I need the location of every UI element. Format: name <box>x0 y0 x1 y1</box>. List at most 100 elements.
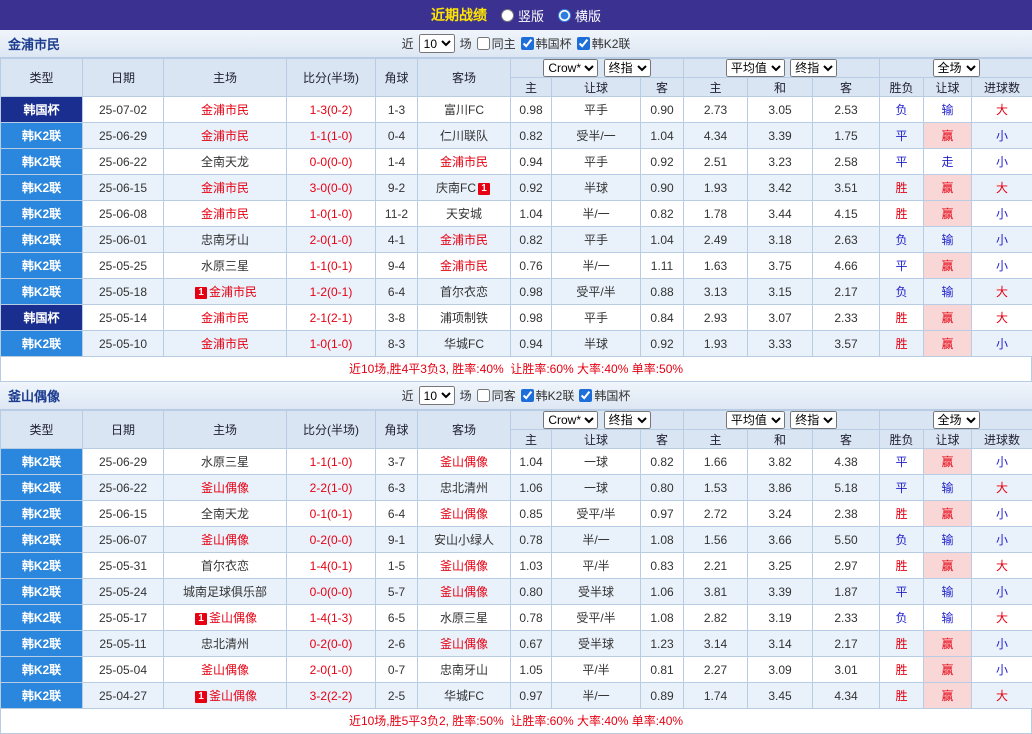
home-team[interactable]: 水原三星 <box>164 253 287 279</box>
away-team[interactable]: 首尔衣恋 <box>418 279 511 305</box>
home-team[interactable]: 釜山偶像 <box>164 657 287 683</box>
away-team[interactable]: 釜山偶像 <box>418 501 511 527</box>
avg-stage-select[interactable]: 终指 <box>790 411 837 429</box>
filter-checkbox-k2-league[interactable]: 韩K2联 <box>577 35 631 52</box>
fulltime-select[interactable]: 全场 <box>933 59 980 77</box>
avg-home: 2.73 <box>684 97 748 123</box>
home-team[interactable]: 金浦市民 <box>164 175 287 201</box>
score: 0-2(0-0) <box>287 527 376 553</box>
home-team[interactable]: 1金浦市民 <box>164 279 287 305</box>
away-team[interactable]: 庆南FC1 <box>418 175 511 201</box>
team-name: 浦项制铁 <box>440 311 488 325</box>
away-team[interactable]: 釜山偶像 <box>418 553 511 579</box>
away-team[interactable]: 釜山偶像 <box>418 631 511 657</box>
odds-handicap: 受平/半 <box>552 279 641 305</box>
home-team[interactable]: 金浦市民 <box>164 305 287 331</box>
average-select[interactable]: 平均值 <box>726 59 785 77</box>
away-team[interactable]: 忠北清州 <box>418 475 511 501</box>
filter-checkbox-k2-league[interactable]: 韩K2联 <box>521 387 575 404</box>
filter-checkbox-same-home[interactable]: 同主 <box>477 35 516 52</box>
result-outcome: 胜 <box>880 201 924 227</box>
away-team[interactable]: 仁川联队 <box>418 123 511 149</box>
k2-league-checkbox[interactable] <box>521 389 534 402</box>
corner: 8-3 <box>376 331 418 357</box>
home-team[interactable]: 1釜山偶像 <box>164 605 287 631</box>
avg-stage-select[interactable]: 终指 <box>790 59 837 77</box>
result-outcome: 平 <box>880 149 924 175</box>
home-team[interactable]: 水原三星 <box>164 449 287 475</box>
away-team[interactable]: 金浦市民 <box>418 149 511 175</box>
home-team[interactable]: 金浦市民 <box>164 97 287 123</box>
odds-away: 0.90 <box>641 97 684 123</box>
match-type: 韩K2联 <box>1 631 83 657</box>
result-goals: 大 <box>972 605 1032 631</box>
korean-cup-checkbox[interactable] <box>521 37 534 50</box>
away-team[interactable]: 安山小绿人 <box>418 527 511 553</box>
team-name: 富川FC <box>444 103 484 117</box>
corner: 3-8 <box>376 305 418 331</box>
away-team[interactable]: 浦项制铁 <box>418 305 511 331</box>
result-goals: 大 <box>972 553 1032 579</box>
away-team[interactable]: 华城FC <box>418 683 511 709</box>
team-name: 釜山偶像 <box>201 481 249 495</box>
away-team[interactable]: 忠南牙山 <box>418 657 511 683</box>
home-team[interactable]: 金浦市民 <box>164 331 287 357</box>
home-team[interactable]: 全南天龙 <box>164 501 287 527</box>
corner: 6-4 <box>376 279 418 305</box>
match-type: 韩K2联 <box>1 475 83 501</box>
korean-cup-checkbox[interactable] <box>579 389 592 402</box>
corner: 6-3 <box>376 475 418 501</box>
score: 3-2(2-2) <box>287 683 376 709</box>
home-team[interactable]: 釜山偶像 <box>164 527 287 553</box>
result-goals: 小 <box>972 449 1032 475</box>
odds-stage-select[interactable]: 终指 <box>604 411 651 429</box>
odds-handicap: 一球 <box>552 475 641 501</box>
away-team[interactable]: 釜山偶像 <box>418 579 511 605</box>
home-team[interactable]: 忠南牙山 <box>164 227 287 253</box>
layout-option-horizontal[interactable]: 横版 <box>558 6 601 25</box>
odds-handicap: 半/一 <box>552 683 641 709</box>
column-header-handicap-result: 让球 <box>924 430 972 449</box>
away-team[interactable]: 金浦市民 <box>418 227 511 253</box>
away-team[interactable]: 天安城 <box>418 201 511 227</box>
bookmaker-select[interactable]: Crow* <box>543 411 598 429</box>
avg-draw: 3.09 <box>748 657 813 683</box>
filter-checkbox-korean-cup[interactable]: 韩国杯 <box>579 387 630 404</box>
filter-checkbox-same-away[interactable]: 同客 <box>477 387 516 404</box>
odds-handicap: 半球 <box>552 175 641 201</box>
away-team[interactable]: 金浦市民 <box>418 253 511 279</box>
odds-stage-select[interactable]: 终指 <box>604 59 651 77</box>
odds-home: 0.76 <box>511 253 552 279</box>
same-home-checkbox[interactable] <box>477 37 490 50</box>
home-team[interactable]: 1釜山偶像 <box>164 683 287 709</box>
result-handicap: 赢 <box>924 449 972 475</box>
home-team[interactable]: 城南足球俱乐部 <box>164 579 287 605</box>
home-team[interactable]: 釜山偶像 <box>164 475 287 501</box>
home-team[interactable]: 全南天龙 <box>164 149 287 175</box>
fulltime-select[interactable]: 全场 <box>933 411 980 429</box>
bookmaker-select[interactable]: Crow* <box>543 59 598 77</box>
home-team[interactable]: 金浦市民 <box>164 201 287 227</box>
vertical-radio[interactable] <box>501 9 514 22</box>
avg-away: 2.33 <box>813 605 880 631</box>
filter-checkbox-korean-cup[interactable]: 韩国杯 <box>521 35 572 52</box>
score: 1-4(1-3) <box>287 605 376 631</box>
layout-option-vertical[interactable]: 竖版 <box>501 6 544 25</box>
away-team[interactable]: 富川FC <box>418 97 511 123</box>
home-team[interactable]: 首尔衣恋 <box>164 553 287 579</box>
recent-count-select[interactable]: 10 <box>419 386 455 405</box>
recent-count-select[interactable]: 10 <box>419 34 455 53</box>
same-away-checkbox[interactable] <box>477 389 490 402</box>
away-team[interactable]: 水原三星 <box>418 605 511 631</box>
home-team[interactable]: 忠北清州 <box>164 631 287 657</box>
away-team[interactable]: 釜山偶像 <box>418 449 511 475</box>
column-header-avg-draw: 和 <box>748 78 813 97</box>
k2-league-checkbox[interactable] <box>577 37 590 50</box>
horizontal-radio[interactable] <box>558 9 571 22</box>
home-team[interactable]: 金浦市民 <box>164 123 287 149</box>
result-goals: 大 <box>972 683 1032 709</box>
average-select[interactable]: 平均值 <box>726 411 785 429</box>
away-team[interactable]: 华城FC <box>418 331 511 357</box>
summary-row: 近10场,胜5平3负2, 胜率:50% 让胜率:60% 大率:40% 单率:40… <box>0 709 1032 734</box>
match-date: 25-05-04 <box>83 657 164 683</box>
